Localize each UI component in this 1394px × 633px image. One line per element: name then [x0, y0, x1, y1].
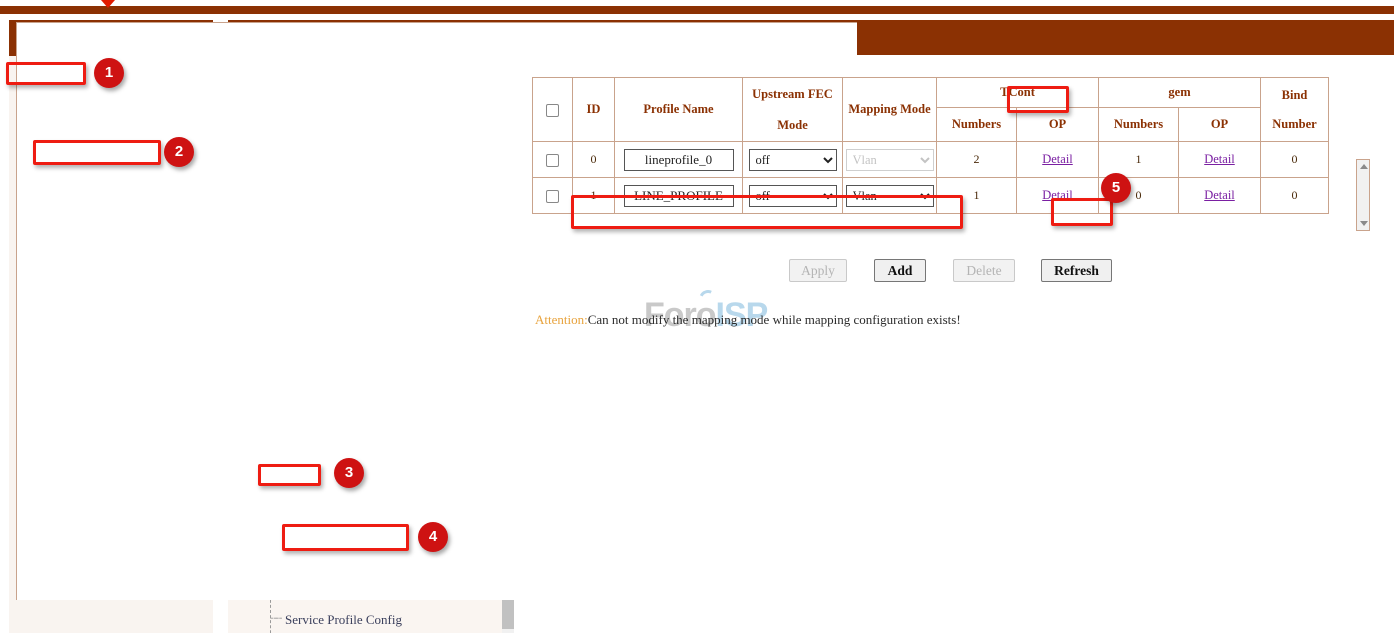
annotation-highlight-detail-link — [1051, 198, 1113, 226]
cell-gem-op: Detail — [1179, 178, 1261, 214]
cell-upstream-fec: off — [743, 142, 843, 178]
annotation-badge-3: 3 — [334, 458, 364, 488]
table-header-row: ID Profile Name Upstream FEC Mode Mappin… — [533, 78, 1329, 108]
cell-tcont-numbers: 2 — [937, 142, 1017, 178]
column-header-gem-numbers: Numbers — [1099, 108, 1179, 142]
annotation-highlight-profile — [258, 464, 321, 486]
profile-name-input[interactable] — [624, 149, 734, 171]
column-header-bind-number: Bind Number — [1261, 78, 1329, 142]
column-header-profile-name: Profile Name — [615, 78, 743, 142]
bind-header-line2: Number — [1261, 117, 1328, 132]
column-header-tcont-numbers: Numbers — [937, 108, 1017, 142]
annotation-badge-2: 2 — [164, 137, 194, 167]
row-checkbox[interactable] — [546, 190, 559, 203]
attention-message: Attention:Can not modify the mapping mod… — [535, 312, 961, 328]
gem-detail-link[interactable]: Detail — [1204, 188, 1235, 202]
cell-profile-name — [615, 142, 743, 178]
annotation-badge-1: 1 — [94, 58, 124, 88]
column-header-gem: gem — [1099, 78, 1261, 108]
annotation-highlight-olt — [6, 62, 86, 85]
column-header-id: ID — [573, 78, 615, 142]
delete-button[interactable]: Delete — [953, 259, 1015, 282]
attention-text: Can not modify the mapping mode while ma… — [588, 312, 961, 327]
fec-header-line1: Upstream FEC — [743, 87, 842, 102]
annotation-highlight-tcont-header — [1007, 86, 1069, 113]
select-all-checkbox[interactable] — [546, 104, 559, 117]
add-button[interactable]: Add — [874, 259, 926, 282]
fec-header-line2: Mode — [743, 118, 842, 133]
row-checkbox[interactable] — [546, 154, 559, 167]
row-select-cell — [533, 178, 573, 214]
cell-gem-numbers: 1 — [1099, 142, 1179, 178]
red-pointer-arrow-icon — [101, 0, 115, 8]
apply-button[interactable]: Apply — [789, 259, 847, 282]
annotation-highlight-pon-board — [33, 140, 161, 165]
line-profile-table: ID Profile Name Upstream FEC Mode Mappin… — [532, 77, 1329, 214]
cell-bind-number: 0 — [1261, 142, 1329, 178]
bind-header-line1: Bind — [1261, 88, 1328, 103]
annotation-highlight-row-1 — [571, 195, 963, 229]
app-root: Tree Topology OLT Main Board Switch — [0, 0, 1394, 633]
tcont-detail-link[interactable]: Detail — [1042, 152, 1073, 166]
top-brand-strip — [0, 6, 1394, 14]
cell-mapping-mode: Vlan — [843, 142, 937, 178]
annotation-badge-4: 4 — [418, 522, 448, 552]
annotation-badge-5: 5 — [1101, 173, 1131, 203]
cell-bind-number: 0 — [1261, 178, 1329, 214]
scroll-up-arrow-icon[interactable] — [1360, 164, 1368, 169]
cell-gem-op: Detail — [1179, 142, 1261, 178]
scroll-down-arrow-icon[interactable] — [1360, 221, 1368, 226]
menu-item-service-profile-config[interactable]: Service Profile Config — [285, 612, 402, 628]
mapping-mode-select: Vlan — [846, 149, 934, 171]
cell-tcont-op: Detail — [1017, 142, 1099, 178]
column-header-gem-op: OP — [1179, 108, 1261, 142]
cell-id: 0 — [573, 142, 615, 178]
gem-detail-link[interactable]: Detail — [1204, 152, 1235, 166]
menu-dash-icon: ╌╌ — [270, 612, 281, 625]
attention-label: Attention: — [535, 312, 588, 327]
refresh-button[interactable]: Refresh — [1041, 259, 1112, 282]
table-scrollbar[interactable] — [1356, 159, 1370, 231]
annotation-highlight-line-profile-config — [282, 524, 409, 551]
column-header-upstream-fec-mode: Upstream FEC Mode — [743, 78, 843, 142]
upstream-fec-select[interactable]: off — [749, 149, 837, 171]
select-all-header — [533, 78, 573, 142]
column-header-mapping-mode: Mapping Mode — [843, 78, 937, 142]
table-row[interactable]: 0 off Vlan 2 Detail 1 — [533, 142, 1329, 178]
row-select-cell — [533, 142, 573, 178]
